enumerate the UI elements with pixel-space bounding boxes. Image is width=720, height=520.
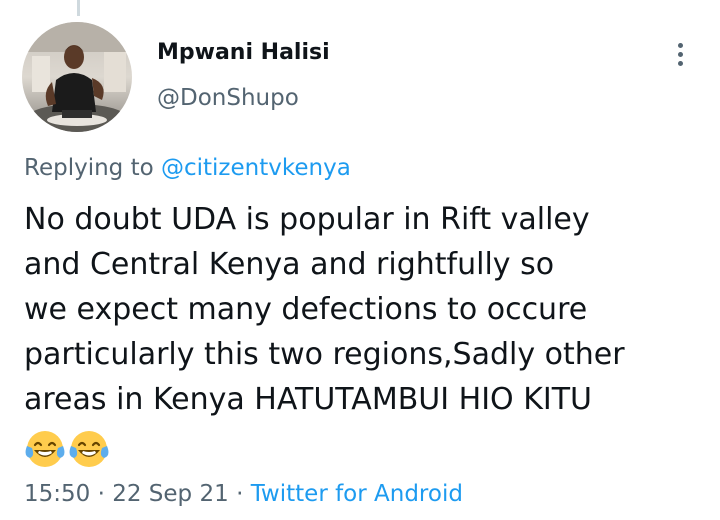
reply-mention-link[interactable]: @citizentvkenya: [161, 155, 351, 181]
tweet-text-line: and Central Kenya and rightfully so: [24, 247, 555, 282]
author-display-name[interactable]: Mpwani Halisi: [157, 40, 330, 65]
face-with-tears-of-joy-icon: [69, 431, 109, 467]
avatar-photo: [22, 22, 132, 132]
tweet-text-line: we expect many defections to occure: [24, 292, 588, 327]
tweet-time[interactable]: 15:50: [24, 481, 90, 507]
tweet-text-line: No doubt UDA is popular in Rift valley: [24, 202, 590, 237]
tweet-text-line: particularly this two regions,Sadly othe…: [24, 337, 625, 372]
thread-connector-line: [77, 0, 80, 16]
meta-separator: ·: [236, 481, 244, 507]
tweet-text: No doubt UDA is popular in Rift valley a…: [24, 197, 704, 422]
avatar[interactable]: [22, 22, 132, 132]
more-vertical-icon: [677, 42, 683, 48]
author-handle[interactable]: @DonShupo: [157, 85, 299, 111]
tweet-metadata: 15:50 · 22 Sep 21 · Twitter for Android: [24, 481, 463, 507]
replying-to-label: Replying to: [24, 155, 154, 181]
tweet-source-link[interactable]: Twitter for Android: [251, 481, 463, 507]
replying-to: Replying to @citizentvkenya: [24, 155, 351, 181]
tweet-emojis: [24, 428, 110, 472]
more-vertical-icon-dot: [677, 51, 683, 57]
more-options-button[interactable]: [664, 36, 696, 72]
tweet-date[interactable]: 22 Sep 21: [112, 481, 229, 507]
tweet-detail: Mpwani Halisi @DonShupo Replying to @cit…: [0, 0, 720, 520]
face-with-tears-of-joy-icon: [25, 431, 65, 467]
tweet-text-line: areas in Kenya HATUTAMBUI HIO KITU: [24, 382, 592, 417]
more-vertical-icon-dot: [677, 60, 683, 66]
meta-separator: ·: [97, 481, 105, 507]
